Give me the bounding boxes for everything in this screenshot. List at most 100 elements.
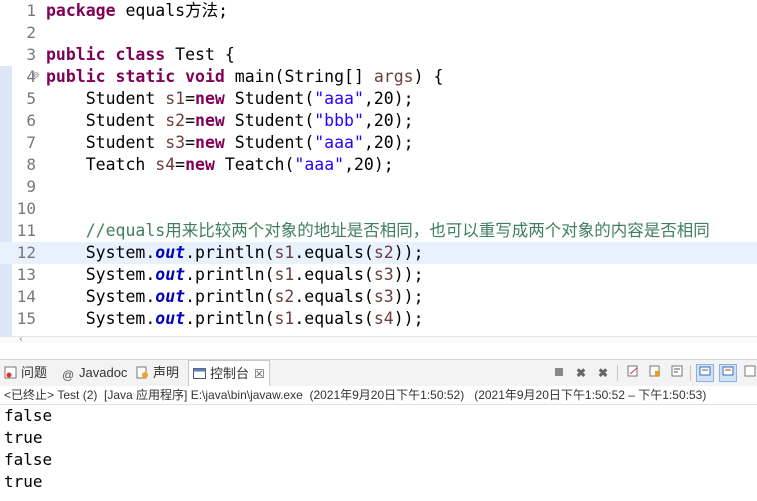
code-token: System.	[46, 265, 156, 284]
console-line: false	[4, 406, 53, 425]
code-line[interactable]: 5 Student s1=new Student("aaa",20);	[0, 88, 757, 110]
line-number: 5	[26, 89, 36, 108]
code-token: out	[155, 243, 186, 262]
code-token: s3	[373, 287, 394, 306]
fold-collapse-icon[interactable]: ⊖	[33, 70, 39, 82]
code-token: .println(	[185, 265, 275, 284]
toolbar-separator	[617, 365, 618, 381]
code-token: "aaa"	[314, 89, 364, 108]
tab-problems[interactable]: 问题	[4, 360, 47, 386]
code-token: public	[46, 67, 106, 86]
code-token: =	[175, 155, 186, 174]
code-token: new	[195, 111, 225, 130]
code-token: ));	[393, 243, 424, 262]
clear-console-icon[interactable]	[624, 364, 642, 382]
code-line[interactable]: 10	[0, 198, 757, 220]
code-token: out	[155, 287, 186, 306]
code-token: equals方法;	[115, 1, 229, 20]
tab-javadoc[interactable]: @ Javadoc	[62, 360, 127, 386]
code-line[interactable]: 6 Student s2=new Student("bbb",20);	[0, 110, 757, 132]
line-number: 8	[26, 155, 36, 174]
code-line[interactable]: 1 package equals方法;	[0, 0, 757, 22]
show-on-stdout-icon[interactable]	[696, 364, 714, 382]
code-token: new	[195, 133, 225, 152]
line-number: 3	[26, 45, 36, 64]
code-token: s3	[165, 133, 186, 152]
code-token: =	[185, 133, 196, 152]
code-token: ));	[393, 309, 424, 328]
code-line[interactable]: 12 System.out.println(s1.equals(s2));	[0, 242, 757, 264]
code-line[interactable]: 7 Student s3=new Student("aaa",20);	[0, 132, 757, 154]
line-number: 9	[26, 177, 36, 196]
code-text: //equals用来比较两个对象的地址是否相同，也可以重写成两个对象的内容是否相…	[46, 220, 710, 242]
code-text: public class Test {	[46, 44, 235, 66]
code-token: ,20);	[363, 89, 414, 108]
code-text: package equals方法;	[46, 0, 228, 22]
remove-all-icon[interactable]: ✖	[594, 364, 612, 382]
tab-label: 问题	[21, 365, 48, 380]
code-token: Test {	[165, 45, 235, 64]
code-line[interactable]: 3 public class Test {	[0, 44, 757, 66]
scroll-left-icon[interactable]: ‹	[18, 334, 24, 343]
tab-label: 控制台	[210, 366, 250, 381]
code-token: "aaa"	[314, 133, 364, 152]
line-number: 6	[26, 111, 36, 130]
code-token: Student(	[224, 133, 315, 152]
tab-declaration[interactable]: 声明	[136, 360, 179, 386]
code-token: Student(	[224, 89, 315, 108]
code-token: class	[115, 45, 166, 64]
code-token: s1	[274, 243, 295, 262]
line-number: 2	[26, 23, 36, 42]
code-token: s3	[373, 265, 394, 284]
tab-label: 声明	[153, 365, 180, 380]
code-text: System.out.println(s1.equals(s3));	[46, 264, 424, 286]
code-line[interactable]: 9	[0, 176, 757, 198]
code-text: Student s1=new Student("aaa",20);	[46, 88, 414, 110]
code-token: .equals(	[294, 309, 374, 328]
console-line: true	[4, 472, 43, 491]
code-line[interactable]: 4 ⊖ public static void main(String[] args)…	[0, 66, 757, 88]
code-token: new	[185, 155, 215, 174]
tab-label: Javadoc	[79, 365, 128, 380]
code-token: "aaa"	[294, 155, 345, 174]
code-editor[interactable]: 1 package equals方法; 2 3 public class Test {4…	[0, 0, 757, 343]
code-text: public static void main(String[] args) {	[46, 66, 443, 88]
scroll-lock-icon[interactable]	[646, 364, 664, 382]
code-token: new	[195, 89, 225, 108]
code-token: .println(	[185, 287, 275, 306]
code-text: System.out.println(s1.equals(s2));	[46, 242, 424, 264]
horizontal-scrollbar[interactable]: ‹	[0, 334, 757, 343]
panel-tab-bar: 问题 @ Javadoc 声明 控制台 ☒ ✖ ✖	[0, 359, 757, 386]
code-token: s1	[274, 265, 295, 284]
code-token: Student	[46, 89, 166, 108]
stop-icon[interactable]	[550, 364, 568, 382]
code-text: Student s2=new Student("bbb",20);	[46, 110, 414, 132]
code-token: s2	[165, 111, 186, 130]
line-number: 10	[16, 199, 36, 218]
pin-console-icon[interactable]	[741, 364, 757, 382]
code-token: args	[373, 67, 414, 86]
remove-launch-icon[interactable]: ✖	[572, 364, 590, 382]
word-wrap-icon[interactable]	[668, 364, 686, 382]
code-token: public	[46, 45, 106, 64]
code-line[interactable]: 15 System.out.println(s1.equals(s4));	[0, 308, 757, 330]
code-line[interactable]: 8 Teatch s4=new Teatch("aaa",20);	[0, 154, 757, 176]
close-tab-icon[interactable]: ☒	[254, 367, 265, 381]
code-token: .equals(	[294, 287, 374, 306]
code-line[interactable]: 2	[0, 22, 757, 44]
show-on-stderr-icon[interactable]	[719, 364, 737, 382]
code-token: Student	[46, 111, 166, 130]
code-token: static	[115, 67, 176, 86]
code-token: s2	[274, 287, 295, 306]
code-line[interactable]: 11 //equals用来比较两个对象的地址是否相同，也可以重写成两个对象的内容…	[0, 220, 757, 242]
tab-console[interactable]: 控制台 ☒	[188, 360, 270, 386]
code-line[interactable]: 14 System.out.println(s2.equals(s3));	[0, 286, 757, 308]
console-output[interactable]: false true false true	[0, 405, 757, 501]
code-token: .println(	[185, 309, 275, 328]
code-line[interactable]: 13 System.out.println(s1.equals(s3));	[0, 264, 757, 286]
line-number: 15	[16, 309, 36, 328]
code-token: ));	[393, 287, 424, 306]
code-token: =	[185, 89, 196, 108]
